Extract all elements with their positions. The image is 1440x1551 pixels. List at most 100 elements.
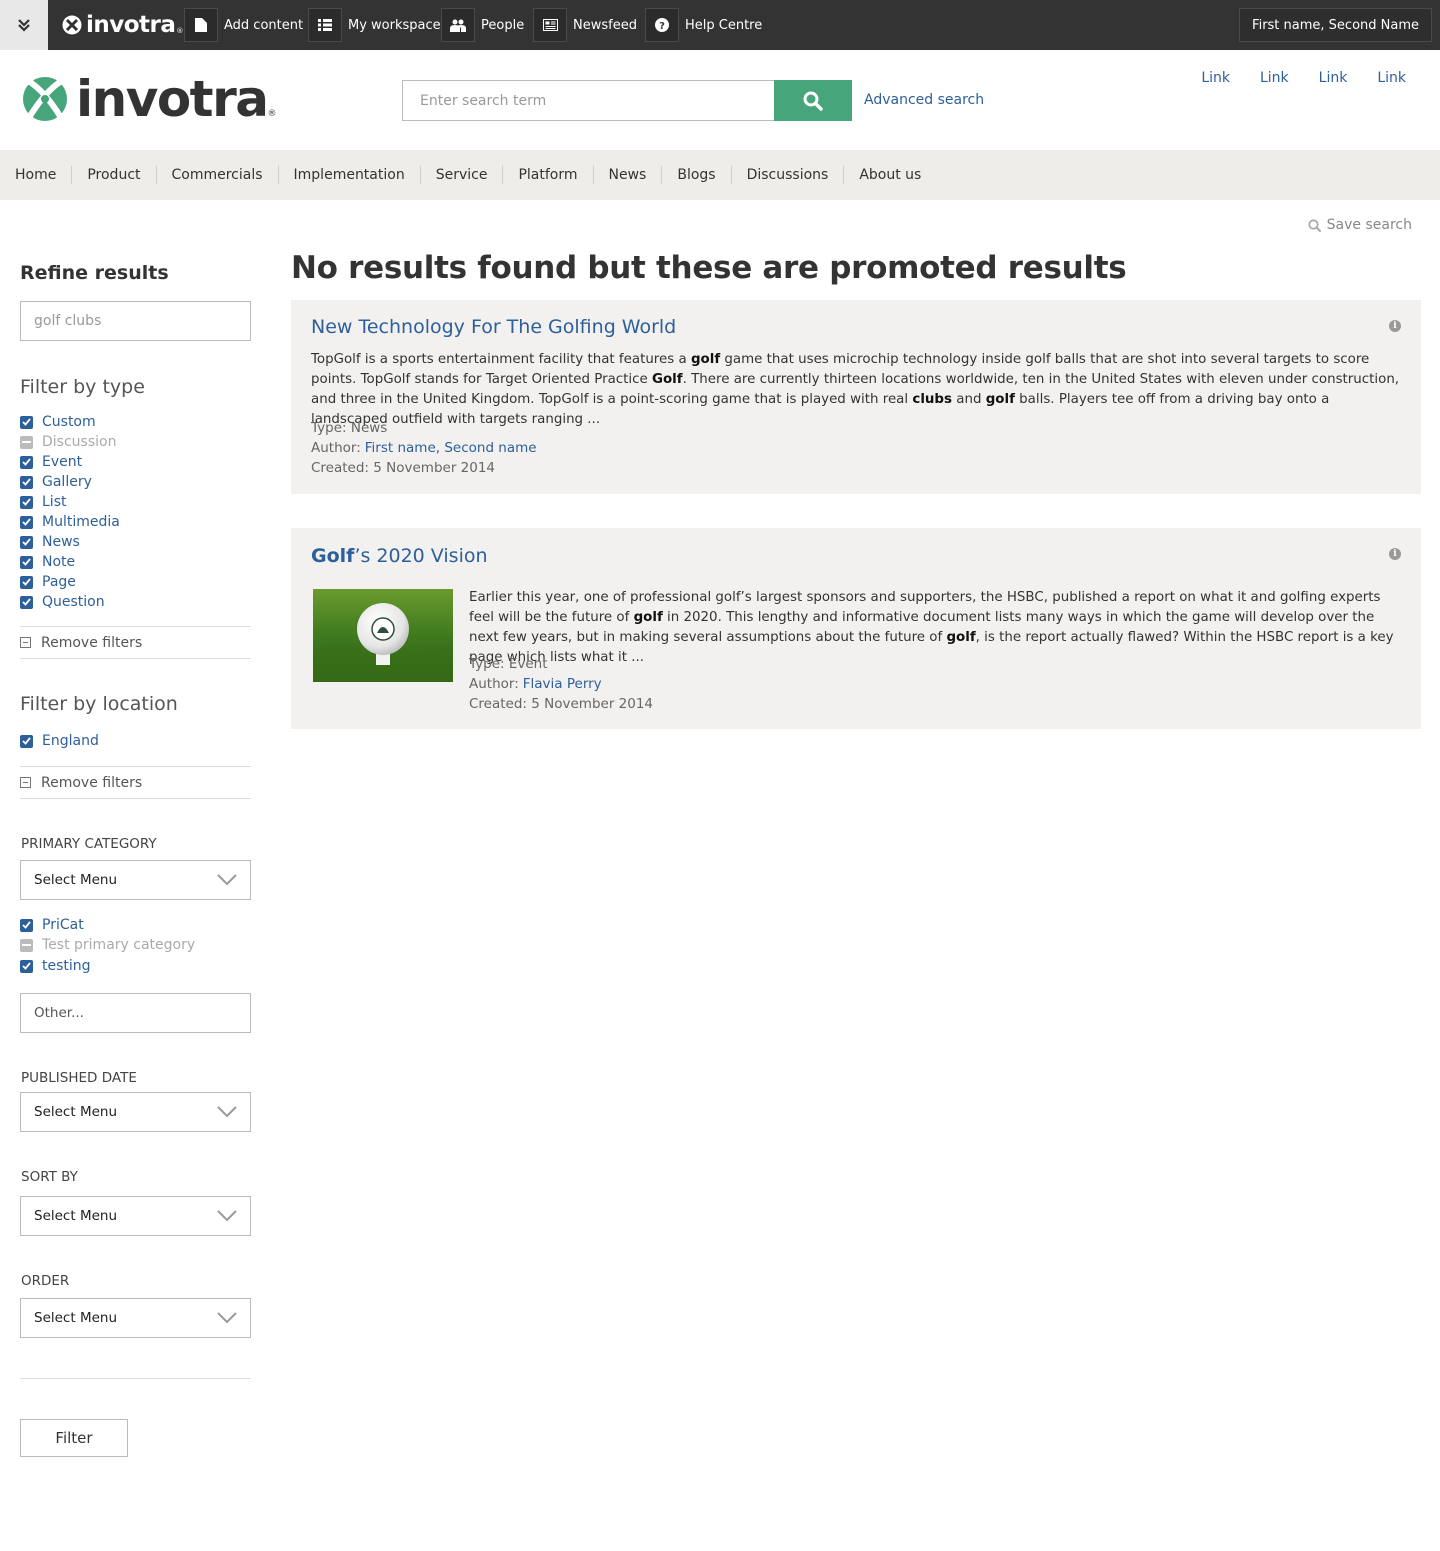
search-input[interactable]: Enter search term — [402, 80, 774, 121]
chevron-down-icon — [217, 1106, 237, 1118]
checkbox-checked-icon — [20, 734, 33, 748]
result-title-link[interactable]: Golf’s 2020 Vision — [311, 545, 488, 567]
result-created: Created: 5 November 2014 — [469, 696, 654, 712]
save-search-link[interactable]: Save search — [1308, 217, 1412, 233]
type-checkbox-custom[interactable]: Custom — [20, 412, 96, 432]
site-logo[interactable]: invotra ® — [22, 74, 276, 124]
people-button[interactable]: People — [441, 8, 524, 42]
select-value: Select Menu — [34, 1104, 118, 1120]
filter-by-type-title: Filter by type — [20, 376, 145, 398]
info-icon[interactable]: i — [1389, 320, 1401, 332]
select-value: Select Menu — [34, 1208, 118, 1224]
nav-item-service[interactable]: Service — [419, 166, 503, 184]
filter-by-location-title: Filter by location — [20, 693, 178, 715]
keyword-highlight: golf — [985, 392, 1015, 407]
nav-item-about-us[interactable]: About us — [843, 166, 936, 184]
nav-item-platform[interactable]: Platform — [502, 166, 592, 184]
description-text: and — [952, 392, 986, 407]
header-links: Link Link Link Link — [1201, 70, 1406, 86]
result-author: Author: Flavia Perry — [469, 674, 602, 694]
refine-results-title: Refine results — [20, 262, 169, 284]
keyword-highlight: clubs — [912, 392, 952, 407]
invotra-logo-icon — [23, 77, 67, 121]
result-author: Author: First name, Second name — [311, 438, 537, 458]
my-workspace-button[interactable]: My workspace — [308, 8, 441, 42]
add-content-button[interactable]: Add content — [184, 8, 303, 42]
keyword-input[interactable]: golf clubs — [20, 301, 251, 341]
newspaper-icon — [533, 8, 567, 42]
advanced-search-link[interactable]: Advanced search — [864, 92, 984, 108]
invotra-logo-icon — [62, 15, 82, 35]
checkbox-disabled-icon — [20, 435, 33, 449]
type-checkbox-question[interactable]: Question — [20, 592, 105, 612]
help-centre-button[interactable]: ? Help Centre — [645, 8, 762, 42]
primary-category-select[interactable]: Select Menu — [20, 860, 251, 900]
author-link[interactable]: Flavia Perry — [523, 676, 602, 692]
result-type: Type: News — [311, 420, 388, 436]
remove-location-filters-button[interactable]: Remove filters — [20, 766, 251, 799]
result-card: New Technology For The Golfing World i T… — [291, 300, 1421, 494]
type-checkbox-discussion: Discussion — [20, 432, 116, 452]
nav-item-implementation[interactable]: Implementation — [277, 166, 420, 184]
nav-item-commercials[interactable]: Commercials — [155, 166, 278, 184]
type-checkbox-page[interactable]: Page — [20, 572, 76, 592]
category-checkbox-testing[interactable]: testing — [20, 956, 91, 976]
header-link[interactable]: Link — [1319, 70, 1348, 86]
checkbox-checked-icon — [20, 415, 33, 429]
title-highlight: Golf — [311, 545, 355, 567]
result-created: Created: 5 November 2014 — [311, 460, 496, 476]
nav-item-news[interactable]: News — [592, 166, 662, 184]
type-checkbox-list[interactable]: List — [20, 492, 66, 512]
other-category-input[interactable]: Other... — [20, 993, 251, 1033]
add-content-label: Add content — [224, 17, 304, 33]
header-link[interactable]: Link — [1260, 70, 1289, 86]
category-checkbox-test-primary: Test primary category — [20, 935, 195, 955]
info-icon[interactable]: i — [1389, 548, 1401, 560]
type-checkbox-gallery[interactable]: Gallery — [20, 472, 92, 492]
remove-type-filters-button[interactable]: Remove filters — [20, 626, 251, 659]
toolbar-toggle-button[interactable] — [0, 0, 48, 50]
user-menu-button[interactable]: First name, Second Name — [1239, 8, 1432, 42]
location-checkbox-england[interactable]: England — [20, 731, 99, 751]
keyword-highlight: golf — [690, 352, 721, 367]
keyword-highlight: golf — [633, 610, 663, 625]
sort-by-select[interactable]: Select Menu — [20, 1196, 251, 1236]
type-checkbox-news[interactable]: News — [20, 532, 80, 552]
toolbar-logo[interactable]: invotra ® — [62, 11, 183, 39]
primary-category-label: PRIMARY CATEGORY — [21, 836, 157, 852]
admin-toolbar: invotra ® Add content My workspace Peopl… — [0, 0, 1440, 50]
nav-item-product[interactable]: Product — [71, 166, 155, 184]
chevron-down-icon — [217, 1312, 237, 1324]
order-select[interactable]: Select Menu — [20, 1298, 251, 1338]
published-date-select[interactable]: Select Menu — [20, 1092, 251, 1132]
type-checkbox-multimedia[interactable]: Multimedia — [20, 512, 120, 532]
checkbox-label: News — [42, 534, 80, 550]
newsfeed-label: Newsfeed — [573, 17, 637, 33]
checkbox-checked-icon — [20, 918, 33, 932]
people-icon — [441, 8, 475, 42]
checkbox-checked-icon — [20, 555, 33, 569]
golf-ball-thumbnail[interactable] — [313, 589, 453, 682]
result-title-link[interactable]: New Technology For The Golfing World — [311, 316, 676, 338]
nav-item-home[interactable]: Home — [0, 166, 71, 184]
checkbox-label: Custom — [42, 414, 96, 430]
newsfeed-button[interactable]: Newsfeed — [533, 8, 637, 42]
type-checkbox-event[interactable]: Event — [20, 452, 82, 472]
nav-item-blogs[interactable]: Blogs — [661, 166, 730, 184]
header-link[interactable]: Link — [1201, 70, 1230, 86]
category-checkbox-pricat[interactable]: PriCat — [20, 915, 84, 935]
result-card: Golf’s 2020 Vision i Earlier this year, … — [291, 528, 1421, 729]
divider — [20, 1378, 251, 1379]
search-button[interactable] — [774, 80, 852, 121]
checkbox-label: Note — [42, 554, 76, 570]
checkbox-checked-icon — [20, 959, 33, 973]
header-link[interactable]: Link — [1377, 70, 1406, 86]
site-brand: invotra — [76, 70, 269, 128]
filter-button[interactable]: Filter — [20, 1419, 128, 1457]
question-icon: ? — [645, 8, 679, 42]
type-checkbox-note[interactable]: Note — [20, 552, 75, 572]
nav-item-discussions[interactable]: Discussions — [730, 166, 844, 184]
author-link[interactable]: First name, Second name — [365, 440, 537, 456]
checkbox-label: Page — [42, 574, 76, 590]
remove-filters-label: Remove filters — [41, 634, 143, 651]
